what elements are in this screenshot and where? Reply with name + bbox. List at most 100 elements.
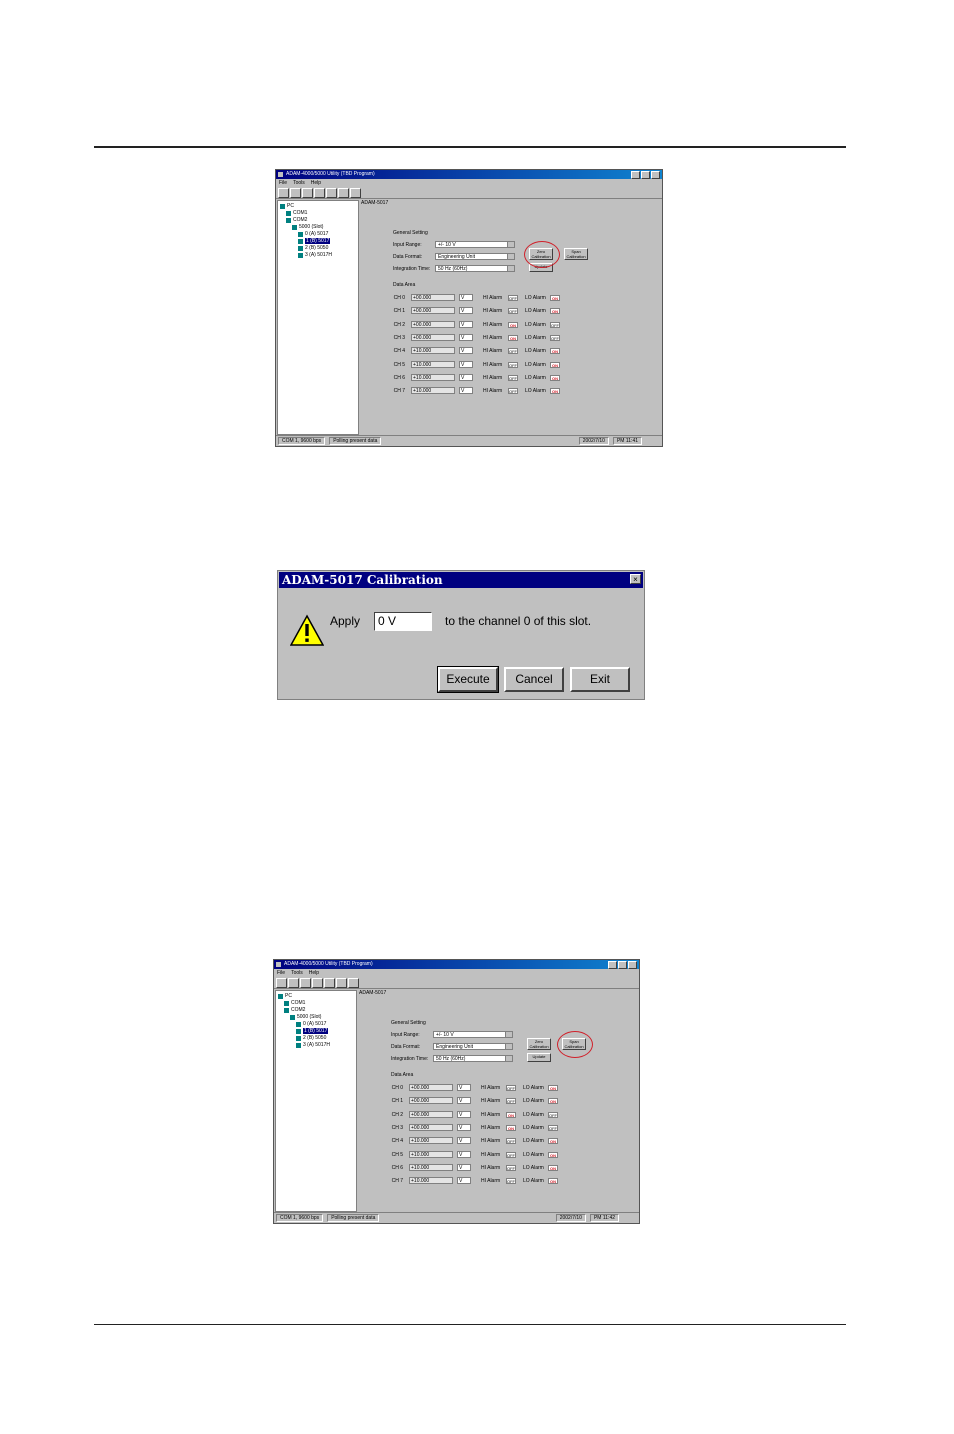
hi-alarm-status[interactable]: OFF — [506, 1164, 516, 1171]
module-label: ADAM-5017 — [361, 200, 389, 206]
toolbar-button-icon[interactable] — [276, 977, 287, 988]
tree-node[interactable]: PC — [278, 993, 292, 999]
update-button[interactable]: Update — [527, 1053, 551, 1062]
tree-node[interactable]: 2 (B) 5050 — [298, 245, 328, 251]
lo-alarm-status[interactable]: OFF — [548, 1111, 558, 1118]
menu-item[interactable]: Help — [311, 179, 321, 187]
close-icon[interactable] — [628, 961, 637, 969]
lo-alarm-status[interactable]: OFF — [550, 334, 560, 341]
tree-node[interactable]: COM2 — [286, 217, 307, 223]
tree-node[interactable]: 5000 (Slot) — [292, 224, 323, 230]
tree-node[interactable]: COM2 — [284, 1007, 305, 1013]
toolbar-button-icon[interactable] — [290, 187, 301, 198]
hi-alarm-status[interactable]: OFF — [506, 1138, 516, 1145]
hi-alarm-status[interactable]: OFF — [506, 1098, 516, 1105]
minimize-icon[interactable] — [608, 961, 617, 969]
close-icon[interactable]: × — [630, 574, 641, 584]
toolbar-button-icon[interactable] — [300, 977, 311, 988]
hi-alarm-status[interactable]: OFF — [508, 308, 518, 315]
toolbar-button-icon[interactable] — [324, 977, 335, 988]
input-range-select[interactable]: +/- 10 V — [433, 1031, 513, 1038]
maximize-icon[interactable] — [618, 961, 627, 969]
cancel-button[interactable]: Cancel — [504, 667, 564, 692]
lo-alarm-status[interactable]: ON — [548, 1151, 558, 1158]
hi-alarm-status[interactable]: OFF — [506, 1178, 516, 1185]
tree-node[interactable]: 1 (B) 5017 — [296, 1028, 329, 1034]
toolbar-button-icon[interactable] — [338, 187, 349, 198]
menu-item[interactable]: Tools — [293, 179, 305, 187]
data-area-label: Data Area — [393, 282, 416, 288]
lo-alarm-status[interactable]: ON — [548, 1164, 558, 1171]
tree-node[interactable]: 0 (A) 5017 — [296, 1021, 326, 1027]
window-title: ADAM-4000/5000 Utility (TBD Program) — [286, 171, 375, 177]
lo-alarm-status[interactable]: ON — [550, 361, 560, 368]
toolbar-button-icon[interactable] — [348, 977, 359, 988]
tree-node[interactable]: PC — [280, 203, 294, 209]
menu-item[interactable]: File — [279, 179, 287, 187]
lo-alarm-status[interactable]: ON — [550, 295, 560, 301]
voltage-input[interactable]: 0 V — [374, 612, 432, 631]
toolbar-button-icon[interactable] — [350, 187, 361, 198]
toolbar-button-icon[interactable] — [288, 977, 299, 988]
lo-alarm-status[interactable]: ON — [548, 1085, 558, 1091]
tree-node[interactable]: 2 (B) 5050 — [296, 1035, 326, 1041]
lo-alarm-status[interactable]: ON — [548, 1138, 558, 1145]
tree-node[interactable]: 3 (A) 5017H — [296, 1042, 330, 1048]
channel-value: +10.000 — [411, 387, 455, 395]
tree-node[interactable]: 3 (A) 5017H — [298, 252, 332, 258]
input-range-select[interactable]: +/- 10 V — [435, 241, 515, 248]
lo-alarm-status[interactable]: OFF — [548, 1124, 558, 1131]
minimize-icon[interactable] — [631, 171, 640, 179]
channel-unit: V — [459, 294, 473, 301]
channel-row: CH 4 +10.000 V HI Alarm OFF LO Alarm ON — [381, 1137, 638, 1145]
lo-alarm-status[interactable]: ON — [550, 374, 560, 381]
menu-item[interactable]: File — [277, 969, 285, 977]
toolbar-button-icon[interactable] — [312, 977, 323, 988]
hi-alarm-status[interactable]: ON — [506, 1124, 516, 1131]
span-calibration-button[interactable]: Span Calibration — [564, 248, 588, 260]
execute-button[interactable]: Execute — [437, 666, 499, 693]
hi-alarm-status[interactable]: OFF — [506, 1151, 516, 1158]
toolbar-button-icon[interactable] — [278, 187, 289, 198]
lo-alarm-status[interactable]: ON — [548, 1178, 558, 1185]
lo-alarm-status[interactable]: ON — [550, 388, 560, 395]
toolbar-button-icon[interactable] — [314, 187, 325, 198]
channel-label: CH 2 — [393, 321, 405, 328]
lo-alarm-status[interactable]: ON — [550, 348, 560, 355]
hi-alarm-status[interactable]: OFF — [508, 348, 518, 355]
tree-node-label: PC — [287, 203, 294, 209]
toolbar-button-icon[interactable] — [302, 187, 313, 198]
menu-item[interactable]: Tools — [291, 969, 303, 977]
integration-time-select[interactable]: 50 Hz (60Hz) — [433, 1055, 513, 1062]
integration-time-select[interactable]: 50 Hz (60Hz) — [435, 265, 515, 272]
toolbar-button-icon[interactable] — [326, 187, 337, 198]
maximize-icon[interactable] — [641, 171, 650, 179]
hi-alarm-status[interactable]: ON — [506, 1111, 516, 1118]
hi-alarm-status[interactable]: OFF — [508, 295, 518, 301]
tree-node[interactable]: 0 (A) 5017 — [298, 231, 328, 237]
lo-alarm-status[interactable]: OFF — [550, 321, 560, 328]
channel-value: +10.000 — [409, 1177, 453, 1185]
tree-node[interactable]: 5000 (Slot) — [290, 1014, 321, 1020]
hi-alarm-status[interactable]: OFF — [506, 1085, 516, 1091]
menu-item[interactable]: Help — [309, 969, 319, 977]
hi-alarm-status[interactable]: ON — [508, 321, 518, 328]
hi-alarm-status[interactable]: ON — [508, 334, 518, 341]
hi-alarm-status[interactable]: OFF — [508, 388, 518, 395]
general-setting-label: General Setting — [391, 1020, 426, 1026]
tree-node[interactable]: COM1 — [284, 1000, 305, 1006]
exit-button[interactable]: Exit — [570, 667, 630, 692]
tree-node-label: 5000 (Slot) — [299, 224, 324, 230]
hi-alarm-status[interactable]: OFF — [508, 374, 518, 381]
close-icon[interactable] — [651, 171, 660, 179]
tree-node[interactable]: COM1 — [286, 210, 307, 216]
lo-alarm-status[interactable]: ON — [548, 1098, 558, 1105]
channel-value: +00.000 — [409, 1097, 453, 1105]
data-format-select[interactable]: Engineering Unit — [435, 253, 515, 260]
toolbar-button-icon[interactable] — [336, 977, 347, 988]
hi-alarm-status[interactable]: OFF — [508, 361, 518, 368]
lo-alarm-status[interactable]: ON — [550, 308, 560, 315]
tree-node[interactable]: 1 (B) 5017 — [298, 238, 331, 244]
data-format-select[interactable]: Engineering Unit — [433, 1043, 513, 1050]
zero-calibration-button[interactable]: Zero Calibration — [527, 1038, 551, 1050]
